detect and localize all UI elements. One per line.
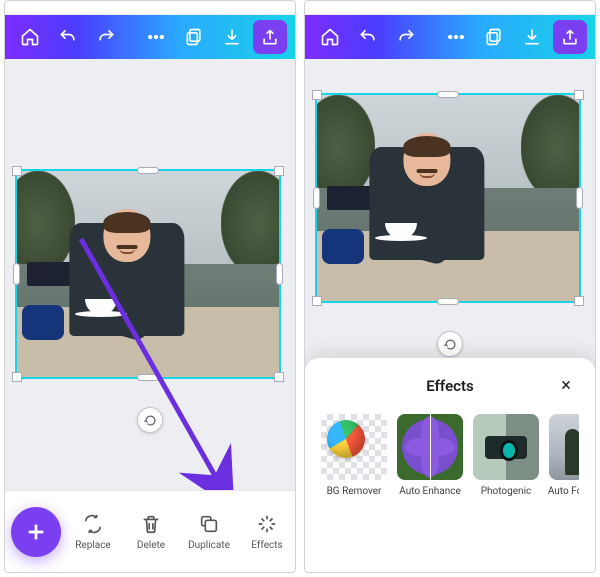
sparkle-icon — [256, 513, 278, 535]
home-button[interactable] — [13, 20, 47, 54]
effect-thumb — [473, 414, 539, 480]
effect-thumb — [397, 414, 463, 480]
redo-button[interactable] — [89, 20, 123, 54]
pages-button[interactable] — [477, 20, 511, 54]
phone-right: Effects × BG Remover — [304, 0, 596, 573]
resize-handle[interactable] — [274, 372, 284, 382]
home-button[interactable] — [313, 20, 347, 54]
replace-icon — [82, 513, 104, 535]
tool-duplicate[interactable]: Duplicate — [181, 513, 237, 551]
more-button[interactable] — [439, 20, 473, 54]
trash-icon — [140, 513, 162, 535]
top-app-bar — [305, 15, 595, 59]
share-button[interactable] — [553, 20, 587, 54]
effect-label: Auto Enhance — [399, 486, 461, 497]
resize-handle[interactable] — [313, 187, 320, 209]
tool-label: Replace — [75, 540, 111, 551]
phone-left: Replace Delete Duplicate Effects Animate — [4, 0, 296, 573]
top-app-bar — [5, 15, 295, 59]
effect-label: BG Remover — [327, 486, 382, 497]
resize-handle[interactable] — [437, 91, 459, 98]
undo-button[interactable] — [351, 20, 385, 54]
tool-label: Duplicate — [188, 540, 230, 551]
duplicate-icon — [198, 513, 220, 535]
resize-handle[interactable] — [576, 187, 583, 209]
resize-handle[interactable] — [137, 374, 159, 381]
resize-handle[interactable] — [12, 166, 22, 176]
effect-photogenic[interactable]: Photogenic — [473, 414, 539, 497]
sheet-title: Effects — [426, 377, 473, 395]
resize-handle[interactable] — [312, 90, 322, 100]
resize-handle[interactable] — [312, 296, 322, 306]
download-button[interactable] — [215, 20, 249, 54]
tool-label: Effects — [251, 540, 282, 551]
share-button[interactable] — [253, 20, 287, 54]
redo-button[interactable] — [389, 20, 423, 54]
download-button[interactable] — [515, 20, 549, 54]
tool-delete[interactable]: Delete — [123, 513, 179, 551]
undo-button[interactable] — [51, 20, 85, 54]
tool-replace[interactable]: Replace — [65, 513, 121, 551]
close-button[interactable]: × — [553, 372, 579, 398]
add-fab[interactable] — [11, 507, 61, 557]
effects-list: BG Remover Auto Enhance — [321, 414, 579, 497]
resize-handle[interactable] — [437, 298, 459, 305]
resize-handle[interactable] — [276, 263, 283, 285]
resize-handle[interactable] — [13, 263, 20, 285]
effect-thumb — [321, 414, 387, 480]
resize-handle[interactable] — [137, 167, 159, 174]
close-icon: × — [561, 375, 571, 396]
more-button[interactable] — [139, 20, 173, 54]
rotate-handle[interactable] — [137, 407, 163, 433]
effect-auto-focus[interactable]: Auto Focus — [549, 414, 579, 497]
effect-label: Photogenic — [481, 486, 532, 497]
status-bar — [5, 1, 295, 15]
resize-handle[interactable] — [574, 296, 584, 306]
rotate-handle[interactable] — [437, 331, 463, 357]
effect-auto-enhance[interactable]: Auto Enhance — [397, 414, 463, 497]
selected-image[interactable] — [15, 169, 281, 379]
resize-handle[interactable] — [574, 90, 584, 100]
status-bar — [305, 1, 595, 15]
effect-label: Auto Focus — [548, 486, 579, 497]
bottom-toolbar: Replace Delete Duplicate Effects Animate — [5, 490, 295, 572]
two-phone-comparison: Replace Delete Duplicate Effects Animate — [0, 0, 600, 573]
tool-label: Delete — [137, 540, 165, 551]
photo-man-with-cup — [17, 171, 279, 377]
selected-image[interactable] — [315, 93, 581, 303]
resize-handle[interactable] — [12, 372, 22, 382]
pages-button[interactable] — [177, 20, 211, 54]
resize-handle[interactable] — [274, 166, 284, 176]
tool-effects[interactable]: Effects — [239, 513, 289, 551]
effect-thumb — [549, 414, 579, 480]
effects-sheet: Effects × BG Remover — [305, 358, 595, 572]
effect-bg-remover[interactable]: BG Remover — [321, 414, 387, 497]
photo-man-with-cup — [317, 95, 579, 301]
